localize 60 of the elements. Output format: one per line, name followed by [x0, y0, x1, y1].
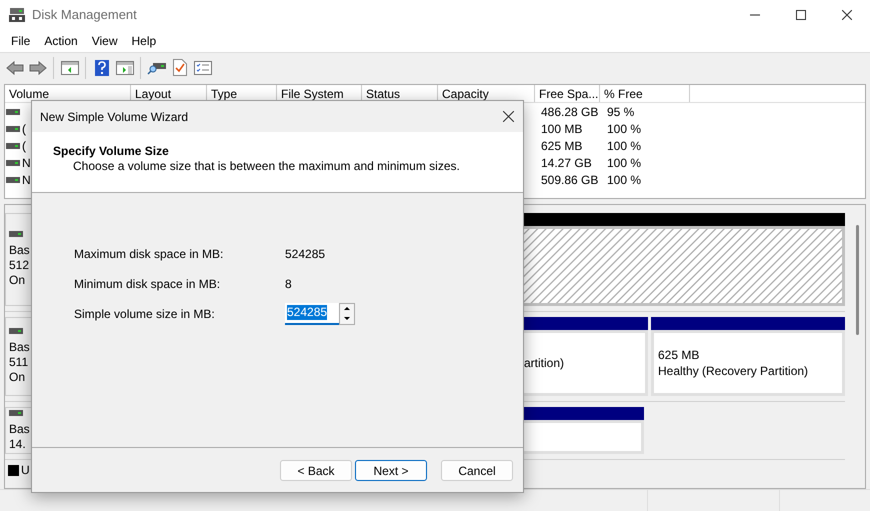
minimize-icon: [750, 14, 760, 16]
disk-label-text: 511: [9, 355, 28, 370]
disk-label-text: 512: [9, 258, 30, 273]
window-title: Disk Management: [32, 6, 137, 24]
table-cell-text: N: [22, 154, 31, 172]
menu-item[interactable]: View: [84, 32, 124, 50]
disk-label-text: 14.: [9, 436, 26, 452]
partition-text: Healthy (Recovery Partition): [657, 363, 810, 379]
close-icon: [502, 111, 514, 122]
disk-label-text: Bas: [9, 422, 30, 436]
legend-label: U: [21, 462, 30, 479]
wizard-button[interactable]: Cancel: [441, 460, 513, 481]
volume-icon: [6, 108, 20, 114]
partition-block[interactable]: 625 MB Healthy (Recovery Partition): [651, 330, 845, 396]
up-arrow-icon: [344, 307, 350, 310]
menu-item[interactable]: Help: [124, 32, 164, 50]
volume-icon: [6, 142, 20, 148]
volume-icon: [6, 160, 20, 166]
disk-label-text: On: [9, 273, 26, 288]
table-cell-text: 486.28 GB: [541, 104, 600, 120]
table-cell-text: 100 %: [607, 120, 642, 138]
table-cell-text: 100 MB: [541, 120, 584, 138]
field-label: Maximum disk space in MB:: [74, 246, 224, 262]
partition-text: 625 MB: [657, 347, 700, 363]
table-cell-text: (: [22, 138, 26, 154]
menu-item[interactable]: File: [4, 32, 38, 50]
app-icon: [9, 8, 25, 22]
menu-item[interactable]: Action: [37, 32, 85, 50]
volume-icon: [6, 176, 20, 182]
volume-icon: [6, 126, 20, 132]
spinner-control[interactable]: [339, 302, 355, 324]
close-icon: [842, 10, 852, 20]
table-cell-text: N: [22, 172, 31, 188]
disk-label-text: Bas: [9, 340, 30, 355]
table-cell-text: (: [22, 120, 26, 138]
wizard-subtitle: Choose a volume size that is between the maximum and minimum sizes.: [72, 159, 461, 174]
scrollbar[interactable]: [856, 225, 859, 335]
column-header[interactable]: % Free: [600, 85, 690, 102]
table-cell-text: 95 %: [607, 104, 634, 120]
field-label: Minimum disk space in MB:: [74, 276, 222, 292]
field-label: Simple volume size in MB:: [74, 306, 216, 322]
maximize-icon: [796, 10, 806, 20]
partition-text: artition): [523, 355, 566, 371]
table-cell-text: 509.86 GB: [541, 172, 600, 188]
disk-label-text: On: [9, 370, 26, 385]
table-cell-text: 625 MB: [541, 138, 584, 154]
table-cell-text: 14.27 GB: [541, 154, 593, 172]
dialog-title: New Simple Volume Wizard: [40, 108, 188, 126]
table-cell-text: 100 %: [607, 138, 642, 154]
field-value: 524285: [285, 246, 326, 262]
column-header[interactable]: Free Spa...: [535, 85, 600, 102]
table-cell-text: 100 %: [607, 172, 642, 188]
table-cell-text: 100 %: [607, 154, 642, 172]
wizard-heading: Specify Volume Size: [53, 143, 170, 159]
size-input-field[interactable]: 524285: [285, 302, 339, 324]
field-value: 8: [285, 276, 292, 292]
disk-label-text: Bas: [9, 243, 30, 258]
wizard-button[interactable]: < Back: [280, 460, 352, 481]
down-arrow-icon: [344, 317, 350, 320]
wizard-button[interactable]: Next >: [355, 460, 427, 481]
